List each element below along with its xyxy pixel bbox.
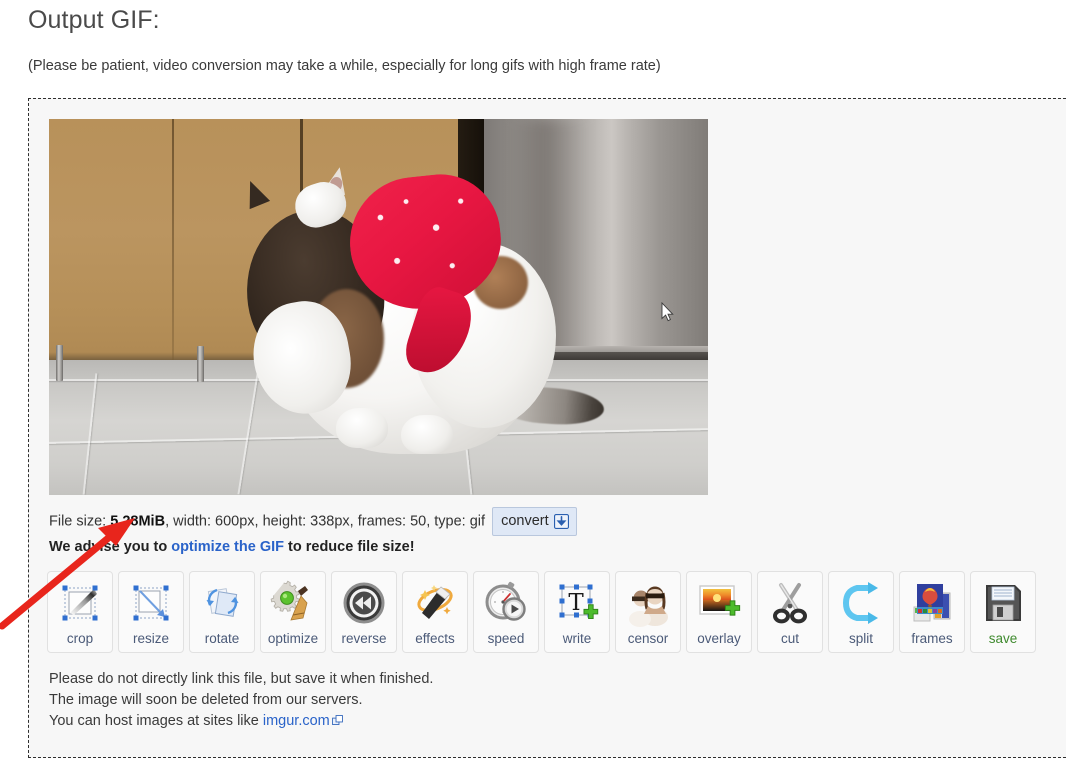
advise-before: We advise you to <box>49 539 172 555</box>
svg-text:T: T <box>568 590 584 616</box>
file-size-value: 5.28MiB <box>110 513 166 530</box>
tool-button-censor[interactable]: censor <box>615 571 681 653</box>
split-icon <box>842 582 878 624</box>
tool-button-cut[interactable]: cut <box>757 571 823 653</box>
overlay-icon <box>699 585 741 616</box>
tool-label: reverse <box>341 631 387 646</box>
optimize-gif-link[interactable]: optimize the GIF <box>171 539 284 555</box>
tool-button-resize[interactable]: resize <box>118 571 184 653</box>
file-info-line: File size: 5.28MiB, width: 600px, height… <box>49 507 577 536</box>
tool-label: resize <box>132 631 169 646</box>
speed-icon <box>485 581 526 621</box>
optimize-icon <box>270 580 308 621</box>
gif-preview[interactable] <box>49 119 708 495</box>
tool-button-reverse[interactable]: reverse <box>331 571 397 653</box>
note-line-1: Please do not directly link this file, b… <box>49 671 434 687</box>
note-line-2: The image will soon be deleted from our … <box>49 692 363 708</box>
rotate-icon <box>206 588 239 617</box>
tool-button-effects[interactable]: effects <box>402 571 468 653</box>
download-arrow-icon <box>553 513 569 529</box>
tool-label: optimize <box>267 631 319 646</box>
frames-icon <box>913 584 951 622</box>
cat-ear <box>239 176 270 209</box>
tool-button-write[interactable]: T write <box>544 571 610 653</box>
editor-toolbar: crop resize rotate optimize reverse effe… <box>47 571 1036 653</box>
cabinet-seam <box>171 119 174 368</box>
reverse-icon <box>343 582 385 624</box>
external-link-icon <box>331 715 343 725</box>
cat-paw <box>336 408 388 448</box>
tool-button-split[interactable]: split <box>828 571 894 653</box>
tool-label: overlay <box>697 631 741 646</box>
mouse-pointer-icon <box>661 302 674 322</box>
tool-button-frames[interactable]: frames <box>899 571 965 653</box>
resize-icon <box>133 585 169 621</box>
cabinet-leg <box>55 344 63 381</box>
tool-button-speed[interactable]: speed <box>473 571 539 653</box>
file-meta-rest: , width: 600px, height: 338px, frames: 5… <box>165 513 486 530</box>
tool-label: cut <box>780 631 799 646</box>
imgur-link[interactable]: imgur.com <box>263 713 330 729</box>
tool-button-rotate[interactable]: rotate <box>189 571 255 653</box>
tool-label: crop <box>66 631 94 646</box>
cat-subject <box>234 157 605 488</box>
floor-grout-line <box>82 373 97 495</box>
footer-notes: Please do not directly link this file, b… <box>49 669 433 732</box>
write-text-icon: T <box>559 584 599 620</box>
scissors-icon <box>773 583 807 624</box>
file-size-label: File size: <box>49 513 111 530</box>
note-line-3-text: You can host images at sites like <box>49 713 263 729</box>
floppy-disk-icon <box>986 585 1021 621</box>
tool-label: frames <box>911 631 953 646</box>
result-container: File size: 5.28MiB, width: 600px, height… <box>28 98 1066 758</box>
advise-after: to reduce file size! <box>284 539 415 555</box>
tool-label: rotate <box>204 631 240 646</box>
cabinet-leg <box>197 346 205 383</box>
tool-button-crop[interactable]: crop <box>47 571 113 653</box>
tool-label: write <box>562 631 592 646</box>
convert-button[interactable]: convert <box>492 507 577 536</box>
convert-label: convert <box>501 513 549 529</box>
tool-button-overlay[interactable]: overlay <box>686 571 752 653</box>
crop-icon <box>62 585 98 621</box>
tool-label: effects <box>415 631 455 646</box>
gif-scene <box>49 119 708 495</box>
advise-line: We advise you to optimize the GIF to red… <box>49 537 415 557</box>
tool-label: speed <box>487 631 525 646</box>
tool-button-save[interactable]: save <box>970 571 1036 653</box>
patience-note: (Please be patient, video conversion may… <box>28 58 661 74</box>
censor-icon <box>629 586 668 627</box>
tool-label: split <box>848 631 873 646</box>
note-line-3: You can host images at sites like imgur.… <box>49 711 433 732</box>
page-root: Output GIF: (Please be patient, video co… <box>0 0 1066 773</box>
page-title: Output GIF: <box>28 6 160 34</box>
tool-label: censor <box>627 631 669 646</box>
effects-icon <box>417 585 453 619</box>
tool-label: save <box>988 631 1018 646</box>
tool-button-optimize[interactable]: optimize <box>260 571 326 653</box>
cat-paw <box>401 414 453 455</box>
